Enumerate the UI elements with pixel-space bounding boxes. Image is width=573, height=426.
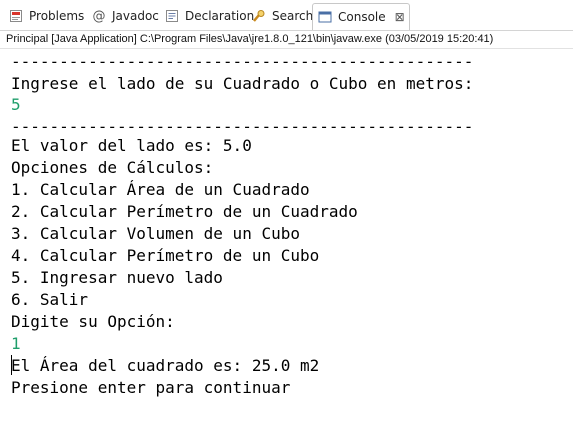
view-tab-bar: Problems @ Javadoc Declaration Search Co… — [0, 0, 573, 31]
console-line: Ingrese el lado de su Cuadrado o Cubo en… — [11, 74, 474, 93]
console-line: El Área del cuadrado es: 25.0 m2 — [11, 356, 320, 375]
console-line: 1. Calcular Área de un Cuadrado — [11, 180, 310, 199]
tab-declaration-label: Declaration — [185, 9, 255, 23]
console-output[interactable]: ----------------------------------------… — [0, 49, 573, 426]
problems-icon — [8, 8, 24, 24]
tab-console-label: Console — [338, 10, 386, 24]
close-icon[interactable]: ⊠ — [395, 10, 405, 24]
tab-javadoc[interactable]: @ Javadoc — [91, 4, 159, 28]
console-icon — [317, 9, 333, 25]
console-line: Opciones de Cálculos: — [11, 158, 214, 177]
console-line: El valor del lado es: 5.0 — [11, 136, 252, 155]
console-line: 2. Calcular Perímetro de un Cuadrado — [11, 202, 358, 221]
console-line: 4. Calcular Perímetro de un Cubo — [11, 246, 320, 265]
console-line: 6. Salir — [11, 290, 89, 309]
tab-declaration[interactable]: Declaration — [164, 4, 254, 28]
search-icon — [251, 8, 267, 24]
tab-problems[interactable]: Problems — [8, 4, 84, 28]
console-line: ----------------------------------------… — [11, 52, 474, 71]
console-input-line: 5 — [11, 95, 21, 114]
console-line: 5. Ingresar nuevo lado — [11, 268, 223, 287]
tab-search[interactable]: Search — [251, 4, 313, 28]
launch-info: Principal [Java Application] C:\Program … — [0, 31, 573, 49]
console-line: Presione enter para continuar — [11, 378, 291, 397]
at-icon: @ — [92, 8, 106, 24]
console-line: 3. Calcular Volumen de un Cubo — [11, 224, 300, 243]
text-caret — [11, 355, 12, 375]
console-input-line: 1 — [11, 334, 21, 353]
console-line: Digite su Opción: — [11, 312, 175, 331]
declaration-icon — [164, 8, 180, 24]
tab-console[interactable]: Console ⊠ — [312, 3, 410, 30]
tab-javadoc-label: Javadoc — [112, 9, 159, 23]
tab-problems-label: Problems — [29, 9, 85, 23]
tab-search-label: Search — [272, 9, 314, 23]
